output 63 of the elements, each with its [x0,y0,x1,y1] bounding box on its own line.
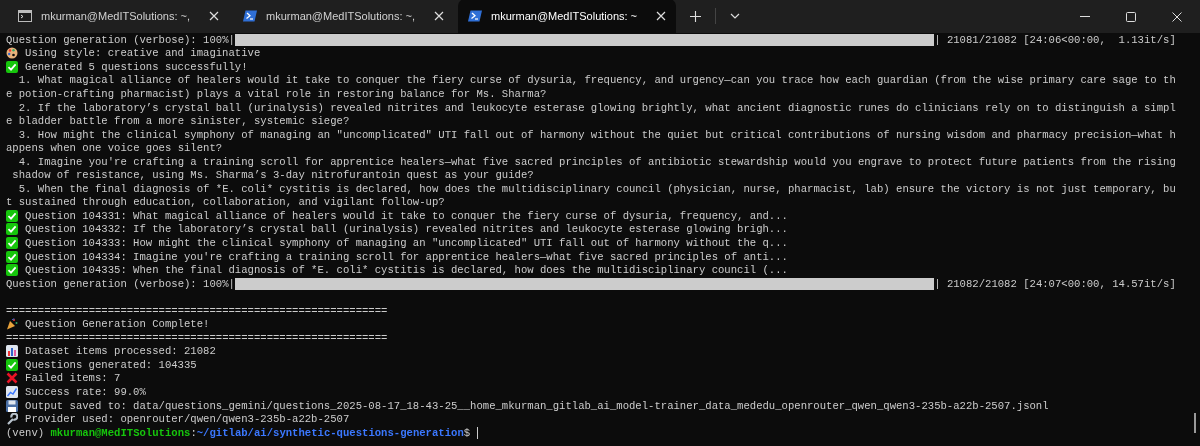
powershell-icon [243,9,258,23]
chevron-down-icon[interactable] [730,13,741,19]
party-popper-icon [6,318,18,331]
terminal-icon [18,9,32,23]
wrench-icon [6,413,18,426]
line-chart-icon [6,386,18,398]
output-line: Questions generated: 104335 [25,358,197,371]
progress-stats: | 21082/21082 [24:07<00:00, 14.57it/s] [934,277,1176,290]
output-line: 2. If the laboratory’s crystal ball (urinalysis) revealed nitrites and leukocyte esterase glowing brightly, what ancient diagnostic runes do clinicians rely on to distinguish a simpl [17,101,1176,114]
prompt-text: ~/gitlab/ai/synthetic-questions-generation [196,426,464,439]
output-line: Success rate: 99.0% [25,386,146,398]
cross-icon [6,372,18,385]
checkmark-icon [6,60,18,73]
close-icon[interactable] [209,11,220,21]
checkmark-icon [6,209,18,222]
output-line: Using style: creative and imaginative [25,47,261,60]
output-line: Question Generation Complete! [25,318,210,331]
output-line: 4. Imagine you're crafting a training scroll for apprentice healers—what five sacred principles of antibiotic stewardship would you engrave to protect future patients from the rising [17,155,1176,168]
scrollbar-thumb[interactable] [1194,413,1196,433]
output-line: shadow of resistance, using Ms. Sharma’s 3-day nitrofurantoin quest as your guide? [11,169,534,182]
maximize-icon[interactable] [1126,11,1136,22]
powershell-icon [468,9,483,23]
checkmark-icon [6,236,18,249]
output-line: Question 104335: When the final diagnosis of *E. coli* cystitis is declared, how does the multidisciplinary council (... [25,264,788,277]
close-icon[interactable] [434,11,445,21]
terminal-tab[interactable]: mkurman@MedITSolutions: ~, [233,0,455,33]
progress-stats: | 21081/21082 [24:06<00:00, 1.13it/s] [934,33,1176,46]
output-line: Provider used: openrouter/qwen/qwen3-235b-a22b-2507 [25,413,350,426]
prompt-text: : [190,426,197,439]
bar-chart-icon [6,345,18,358]
text-cursor [477,426,479,439]
checkmark-icon [6,223,18,236]
output-line: 1. What magical alliance of healers would it take to conquer the fiery curse of dysuria, frequency, and urgency—can you trace how each guardian (from the wise primary care sage to th [17,74,1176,87]
prompt-text: $ [463,426,472,439]
output-line: Question 104332: If the laboratory’s crystal ball (urinalysis) revealed nitrites and leukocyte esterase glowing brigh... [25,223,788,236]
output-line: e bladder battle from a more sinister, systemic siege? [6,115,350,128]
palette-icon [6,47,18,60]
output-line: Question 104334: Imagine you're crafting a training scroll for apprentice healers—what five sacred principles of anti... [25,250,788,263]
output-line: Generated 5 questions successfully! [25,60,248,73]
output-line: Question 104331: What magical alliance of healers would it take to conquer the fiery curse of dysuria, frequency, and... [25,209,788,222]
output-line: 3. How might the clinical symphony of managing an "uncomplicated" UTI fall out of harmony without the quiet but critical contributions of nursing wisdom and pharmacy precision—what h [17,128,1176,141]
output-line: Dataset items processed: 21082 [25,345,216,358]
close-icon[interactable] [656,11,667,21]
progress-label: Question generation (verbose): 100%| [6,33,235,46]
output-line: appens when one voice goes silent? [6,142,223,155]
output-line: ============================================================ [6,304,388,317]
terminal-tab[interactable]: mkurman@MedITSolutions: ~, [8,0,230,33]
output-line: e potion-crafting pharmacist) plays a vital role in restoring balance for Ms. Sharma? [6,87,547,100]
prompt-text: (venv) [6,426,46,439]
output-line: t sustained through education, collaboration, and vigilant follow-up? [6,196,445,209]
checkmark-icon [6,358,18,371]
plus-icon[interactable] [690,10,702,22]
output-line: ============================================================ [6,331,388,344]
terminal-tab[interactable]: mkurman@MedITSolutions: ~ [458,0,677,33]
prompt-text: mkurman@MedITSolutions [50,426,191,439]
output-line: Failed items: 7 [25,372,121,385]
output-line: Question 104333: How might the clinical symphony of managing an "uncomplicated" UTI fall out of harmony without the q... [25,236,788,249]
progress-label: Question generation (verbose): 100%| [6,277,235,290]
close-icon[interactable] [1172,11,1182,22]
checkmark-icon [6,264,18,277]
checkmark-icon [6,250,18,263]
output-line: 5. When the final diagnosis of *E. coli* cystitis is declared, how does the multidisciplinary council (physician, nurse, pharmacist, lab) ensure the victory is not just temporary, bu [17,182,1176,195]
output-line: Output saved to: data/questions_gemini/questions_2025-08-17_18-43-25__home_mkurman_gitlab_ai_model-trainer_data_mededu_openrouter_qwen_qwen3-235b-a22b-2507.jsonl [25,399,1049,412]
